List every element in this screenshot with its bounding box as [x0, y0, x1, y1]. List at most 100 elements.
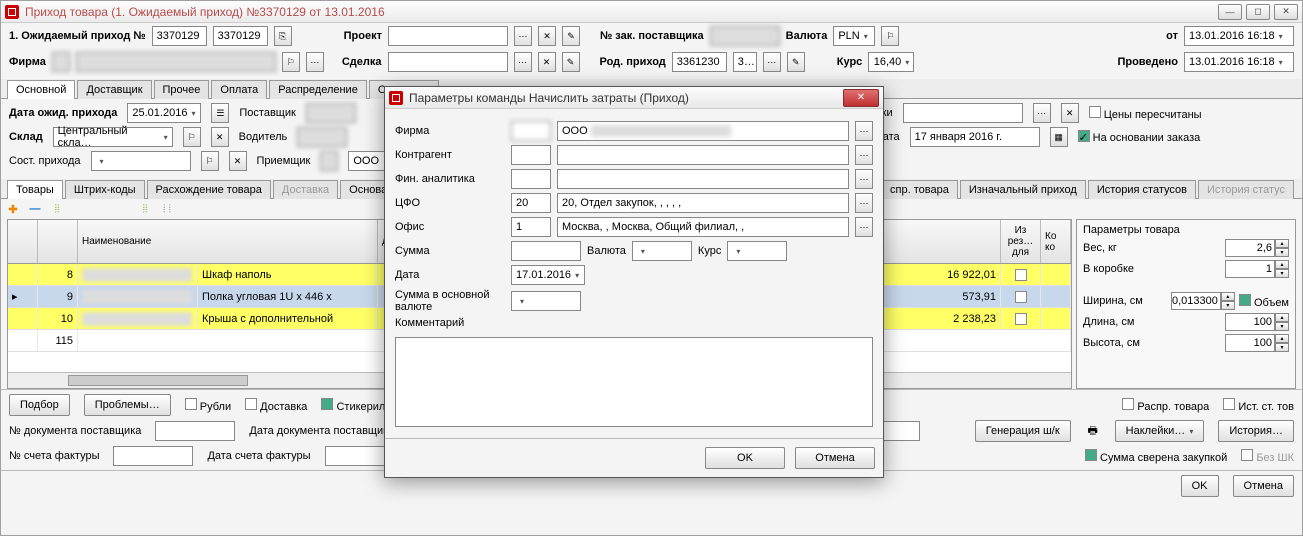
tab-spr[interactable]: спр. товара [881, 180, 958, 199]
tab-payment[interactable]: Оплата [211, 80, 267, 99]
tab-status-hist[interactable]: История статусов [1088, 180, 1196, 199]
maximize-button[interactable]: ◻ [1246, 4, 1270, 20]
gen-sk-button[interactable]: Генерация ш/к [975, 420, 1071, 442]
delivery-check[interactable]: Доставка [245, 398, 307, 413]
deal-clear-icon[interactable]: ✕ [538, 52, 556, 72]
vki-datepicker[interactable]: 17 января 2016 г. [910, 127, 1040, 147]
m-fin-name[interactable] [557, 169, 849, 189]
vki-lookup-icon[interactable]: ⋯ [1033, 103, 1051, 123]
firm-flag-icon[interactable]: ⚐ [282, 52, 300, 72]
cols2-icon[interactable]: ⦙ ⦙ [159, 201, 175, 217]
firm-field[interactable] [76, 52, 276, 72]
project-clear-icon[interactable]: ✕ [538, 26, 556, 46]
m-firm-lookup-icon[interactable]: ⋯ [855, 121, 873, 141]
warehouse-combo[interactable]: Центральный скла… [53, 127, 173, 147]
m-contragent-code[interactable] [511, 145, 551, 165]
m-office-code[interactable]: 1 [511, 217, 551, 237]
rubles-check[interactable]: Рубли [185, 398, 231, 413]
vki-clear-icon[interactable]: ✕ [1061, 103, 1079, 123]
status-flag-icon[interactable]: ⚐ [201, 151, 219, 171]
tab-barcodes[interactable]: Штрих-коды [65, 180, 145, 199]
raspr-check[interactable]: Распр. товара [1122, 398, 1209, 413]
width-spinner[interactable]: ▴▾ [1171, 292, 1235, 310]
m-currency-combo[interactable] [632, 241, 692, 261]
warehouse-clear-icon[interactable]: ✕ [211, 127, 229, 147]
m-office-lookup-icon[interactable]: ⋯ [855, 217, 873, 237]
tab-distribution[interactable]: Распределение [269, 80, 367, 99]
stickers-button[interactable]: Наклейки… [1115, 420, 1205, 442]
firm-code[interactable] [52, 52, 70, 72]
problems-button[interactable]: Проблемы… [84, 394, 171, 416]
no-sk-check[interactable]: Без ШК [1241, 449, 1294, 464]
currency-flag-icon[interactable]: ⚐ [881, 26, 899, 46]
deal-field[interactable] [388, 52, 508, 72]
tab-status-hist2[interactable]: История статус [1198, 180, 1294, 199]
driver-field[interactable] [297, 127, 347, 147]
tab-main[interactable]: Основной [7, 80, 75, 99]
vki-field[interactable] [903, 103, 1023, 123]
sum-verified-check[interactable]: Сумма сверена закупкой [1085, 449, 1227, 464]
parent-field2[interactable]: 3… [733, 52, 757, 72]
m-cfo-name[interactable]: 20, Отдел закупок, , , , , [557, 193, 849, 213]
currency-combo[interactable]: PLN [833, 26, 875, 46]
invoice-num-field[interactable] [113, 446, 193, 466]
receiver-field[interactable]: ООО [348, 151, 388, 171]
m-contragent-name[interactable] [557, 145, 849, 165]
tab-orig[interactable]: Изначальный приход [960, 180, 1086, 199]
main-cancel-button[interactable]: Отмена [1233, 475, 1294, 497]
main-ok-button[interactable]: OK [1181, 475, 1219, 497]
bars-icon[interactable]: ⦙⦙ [49, 201, 65, 217]
add-icon[interactable]: ✚ [5, 201, 21, 217]
warehouse-flag-icon[interactable]: ⚐ [183, 127, 201, 147]
m-fin-lookup-icon[interactable]: ⋯ [855, 169, 873, 189]
minimize-button[interactable]: — [1218, 4, 1242, 20]
project-field[interactable] [388, 26, 508, 46]
m-fin-code[interactable] [511, 169, 551, 189]
receiver-code[interactable] [320, 151, 338, 171]
m-rate-combo[interactable] [727, 241, 787, 261]
m-firm-code[interactable] [511, 121, 551, 141]
height-spinner[interactable]: ▴▾ [1225, 334, 1289, 352]
m-cfo-code[interactable]: 20 [511, 193, 551, 213]
parent-lookup-icon[interactable]: ⋯ [763, 52, 781, 72]
cols-icon[interactable]: ⦙⦙ [137, 201, 153, 217]
num2-field[interactable]: 3370129 [213, 26, 268, 46]
num1-field[interactable]: 3370129 [152, 26, 207, 46]
project-edit-icon[interactable]: ✎ [562, 26, 580, 46]
project-lookup-icon[interactable]: ⋯ [514, 26, 532, 46]
based-on-order-check[interactable]: ✓ На основании заказа [1078, 130, 1201, 144]
status-combo[interactable] [91, 151, 191, 171]
tab-delivery2[interactable]: Доставка [273, 180, 338, 199]
parent-edit-icon[interactable]: ✎ [787, 52, 805, 72]
m-date-field[interactable]: 17.01.2016 [511, 265, 585, 285]
select-button[interactable]: Подбор [9, 394, 70, 416]
status-clear-icon[interactable]: ✕ [229, 151, 247, 171]
rate-field[interactable]: 16,40 [868, 52, 914, 72]
weight-spinner[interactable]: ▴▾ [1225, 239, 1289, 257]
calendar-icon[interactable]: ▦ [1050, 127, 1068, 147]
m-sum-field[interactable] [511, 241, 581, 261]
m-sum-base-field[interactable] [511, 291, 581, 311]
deal-lookup-icon[interactable]: ⋯ [514, 52, 532, 72]
firm-lookup-icon[interactable]: ⋯ [306, 52, 324, 72]
m-cfo-lookup-icon[interactable]: ⋯ [855, 193, 873, 213]
doc-num-sup-field[interactable] [155, 421, 235, 441]
close-button[interactable]: ✕ [1274, 4, 1298, 20]
tab-goods[interactable]: Товары [7, 180, 63, 199]
posted-date-field[interactable]: 13.01.2016 16:18 [1184, 52, 1294, 72]
m-office-name[interactable]: Москва, , Москва, Общий филиал, , [557, 217, 849, 237]
expected-date-cal-icon[interactable]: ☰ [211, 103, 229, 123]
modal-close-button[interactable]: ✕ [843, 89, 879, 107]
deal-edit-icon[interactable]: ✎ [562, 52, 580, 72]
expected-date-field[interactable]: 25.01.2016 [127, 103, 201, 123]
tab-delivery[interactable]: Доставщик [77, 80, 151, 99]
m-firm-name[interactable]: ООО [557, 121, 849, 141]
volume-check[interactable]: Объем [1239, 294, 1289, 309]
inbox-spinner[interactable]: ▴▾ [1225, 260, 1289, 278]
supplier-order-field[interactable] [710, 26, 780, 46]
prices-recalc-check[interactable]: Цены пересчитаны [1089, 106, 1202, 121]
stickered-check[interactable]: Стикерили [321, 398, 391, 413]
modal-ok-button[interactable]: OK [705, 447, 785, 469]
ist-check[interactable]: Ист. ст. тов [1223, 398, 1294, 413]
history-button[interactable]: История… [1218, 420, 1294, 442]
